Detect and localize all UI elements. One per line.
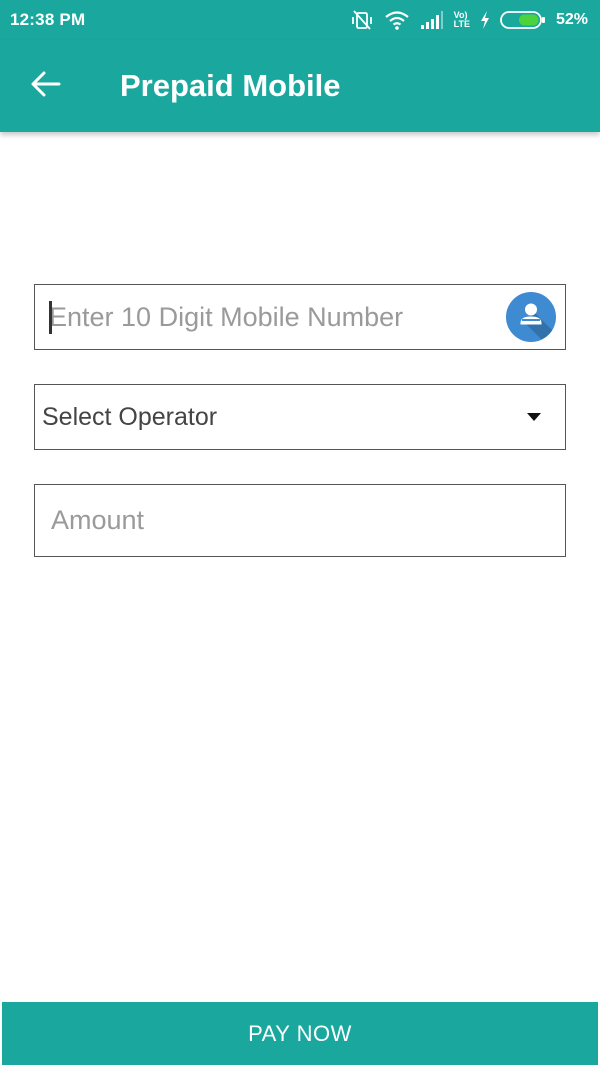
volte-icon: Vo) LTE xyxy=(453,10,470,29)
status-time: 12:38 PM xyxy=(10,10,86,29)
operator-field[interactable]: Select Operator xyxy=(34,384,566,450)
contact-picker-icon xyxy=(506,292,556,342)
amount-input[interactable] xyxy=(35,485,565,556)
wifi-icon xyxy=(384,10,410,30)
mobile-number-field[interactable] xyxy=(34,284,566,350)
battery-icon xyxy=(500,10,546,30)
amount-field[interactable] xyxy=(34,484,566,557)
charging-icon xyxy=(480,11,490,29)
battery-percent: 52% xyxy=(555,11,588,28)
status-icons: Vo) LTE 52% xyxy=(350,9,588,31)
page-title: Prepaid Mobile xyxy=(120,68,341,103)
signal-icon xyxy=(420,10,444,30)
status-bar: 12:38 PM Vo) LTE 52% xyxy=(0,0,600,40)
arrow-left-icon xyxy=(31,71,61,102)
operator-label: Select Operator xyxy=(42,402,218,431)
vibrate-off-icon xyxy=(350,9,374,31)
text-cursor xyxy=(49,301,52,334)
caret-down-icon xyxy=(527,408,541,426)
pay-now-button[interactable]: PAY NOW xyxy=(2,1002,598,1065)
contact-picker-button[interactable] xyxy=(506,292,556,342)
operator-select[interactable]: Select Operator xyxy=(35,385,565,449)
mobile-number-input[interactable] xyxy=(35,285,565,349)
app-bar: Prepaid Mobile xyxy=(0,40,600,132)
back-button[interactable] xyxy=(16,56,76,116)
